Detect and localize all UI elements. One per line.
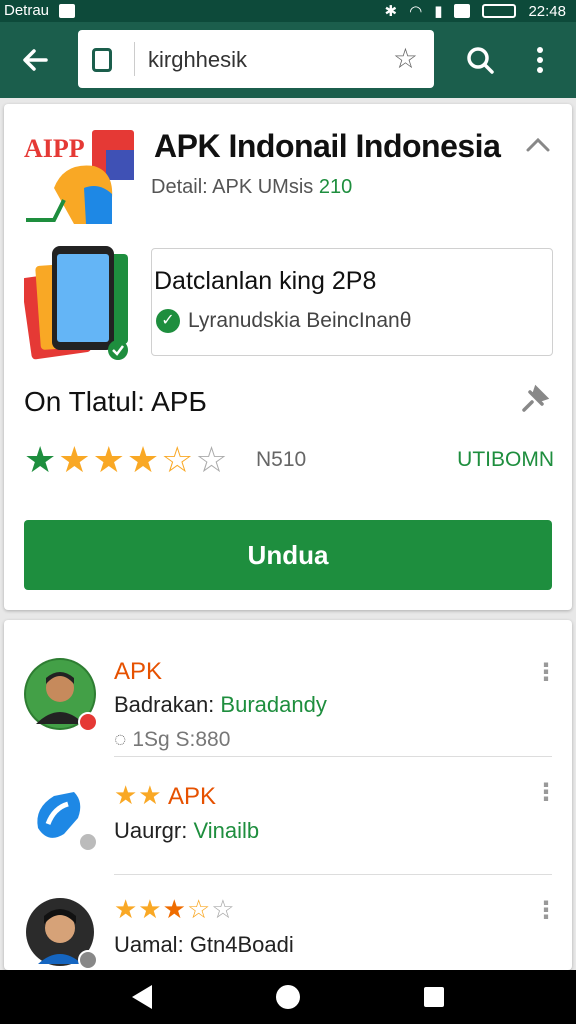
app-subtitle: On Tlatul: APБ (24, 386, 207, 417)
verified-row: ✓ Lyranudskia BeincInanθ (156, 309, 411, 333)
signal-icon: ▮ (434, 3, 443, 20)
more-vert-icon[interactable]: ⋮ (534, 658, 558, 687)
rating-count: N510 (256, 448, 307, 471)
avatar (24, 896, 98, 970)
status-time: 22:48 (528, 2, 566, 20)
list-item-sub-value: Vinailb (193, 818, 260, 843)
logo-text: AIPP (24, 134, 85, 163)
download-button[interactable]: Undua (24, 520, 552, 590)
nav-home-icon[interactable] (276, 985, 300, 1009)
wifi-icon: ◠ (409, 3, 423, 20)
verified-text: Lyranudskia BeincInanθ (188, 309, 412, 332)
avatar (24, 658, 98, 732)
info-title: Datclanlan king 2P8 (154, 267, 377, 295)
list-item-title-text: APK (167, 783, 216, 810)
star-icon: ★ (24, 439, 57, 480)
notification-icon (59, 3, 76, 18)
avatar-badge (78, 832, 98, 852)
list-item-meta: ◌ 1Sg S:880 (114, 728, 231, 751)
star-outline-icon[interactable]: ☆ (393, 42, 418, 75)
list-item[interactable]: ★★★☆☆ Uamal: Gtn4Boadi ⋮ (4, 876, 572, 970)
search-icon[interactable] (460, 40, 500, 80)
phone-image (21, 244, 134, 362)
info-box[interactable]: Datclanlan king 2P8 ✓ Lyranudskia BeincI… (151, 248, 553, 356)
star-outline-icon: ☆ (161, 439, 194, 480)
review-list: APK Badrakan: Buradandy ◌ 1Sg S:880 ⋮ ★★… (4, 620, 572, 970)
list-item[interactable]: APK Badrakan: Buradandy ◌ 1Sg S:880 ⋮ (4, 638, 572, 758)
app-title: APK Indonail Indonesia (154, 128, 501, 164)
list-item-sub-prefix: Uaurgr: (114, 818, 188, 843)
list-item[interactable]: ★★ APK Uaurgr: Vinailb ⋮ (4, 758, 572, 878)
list-item-sub-value: Buradandy (220, 692, 327, 717)
list-item-title: ★★★☆☆ (114, 894, 236, 925)
url-text[interactable]: kirghhesik (148, 47, 247, 73)
star-icon: ★ (58, 439, 91, 480)
battery-icon (482, 4, 517, 18)
list-item-subtitle: Badrakan: Buradandy (114, 692, 327, 718)
list-item-sub-prefix: Uamal: (114, 932, 184, 957)
star-rating: ★ ★ ★ ★ ☆ ☆ (24, 440, 228, 480)
url-bar[interactable]: kirghhesik ☆ (78, 30, 434, 88)
app-detail-line: Detail: APK UMsis 210 (151, 176, 352, 199)
rating-action-link[interactable]: UTIBOMN (457, 448, 554, 472)
avatar-badge (78, 950, 98, 970)
star-icon: ★ (92, 439, 125, 480)
detail-version: 210 (318, 176, 353, 198)
avatar (24, 778, 98, 852)
list-item-title: APK (114, 658, 163, 685)
status-bar: Detrau ✱ ◠ ▮ 22:48 (0, 0, 576, 22)
app-bar: kirghhesik ☆ (0, 22, 576, 98)
divider (114, 874, 552, 875)
rating-row: ★ ★ ★ ★ ☆ ☆ N510 UTIBOMN (24, 440, 554, 480)
nav-recents-icon[interactable] (424, 987, 444, 1007)
pin-icon[interactable] (518, 384, 550, 424)
avatar-badge (78, 712, 98, 732)
list-item-title: ★★ APK (114, 780, 216, 811)
star-icon: ★ (126, 439, 160, 480)
more-vert-icon[interactable] (522, 40, 558, 80)
star-rating: ★★★☆☆ (114, 894, 236, 924)
system-nav-bar (0, 970, 576, 1024)
chevron-up-icon[interactable] (524, 130, 552, 161)
more-vert-icon[interactable]: ⋮ (534, 778, 558, 807)
list-item-sub-value: Gtn4Boadi (189, 932, 294, 957)
star-outline-icon: ☆ (195, 439, 228, 480)
sim-icon (454, 4, 471, 18)
bluetooth-icon: ✱ (384, 3, 398, 20)
list-item-subtitle: Uamal: Gtn4Boadi (114, 932, 294, 958)
check-circle-icon: ✓ (156, 309, 180, 333)
divider (114, 756, 552, 757)
status-carrier: Detrau (4, 2, 50, 19)
app-detail-card: AIPP APK Indonail Indonesia Detail: APK … (4, 104, 572, 610)
list-item-sub-prefix: Badrakan: (114, 692, 215, 717)
detail-prefix: Detail: APK UMsis (151, 176, 314, 198)
list-item-subtitle: Uaurgr: Vinailb (114, 818, 259, 844)
more-vert-icon[interactable]: ⋮ (534, 896, 558, 925)
arrow-left-icon[interactable] (16, 40, 56, 80)
url-divider (134, 42, 135, 76)
nav-back-icon[interactable] (132, 985, 152, 1009)
app-logo: AIPP (24, 128, 136, 226)
star-rating: ★★ (114, 780, 163, 810)
page-icon (92, 48, 112, 72)
